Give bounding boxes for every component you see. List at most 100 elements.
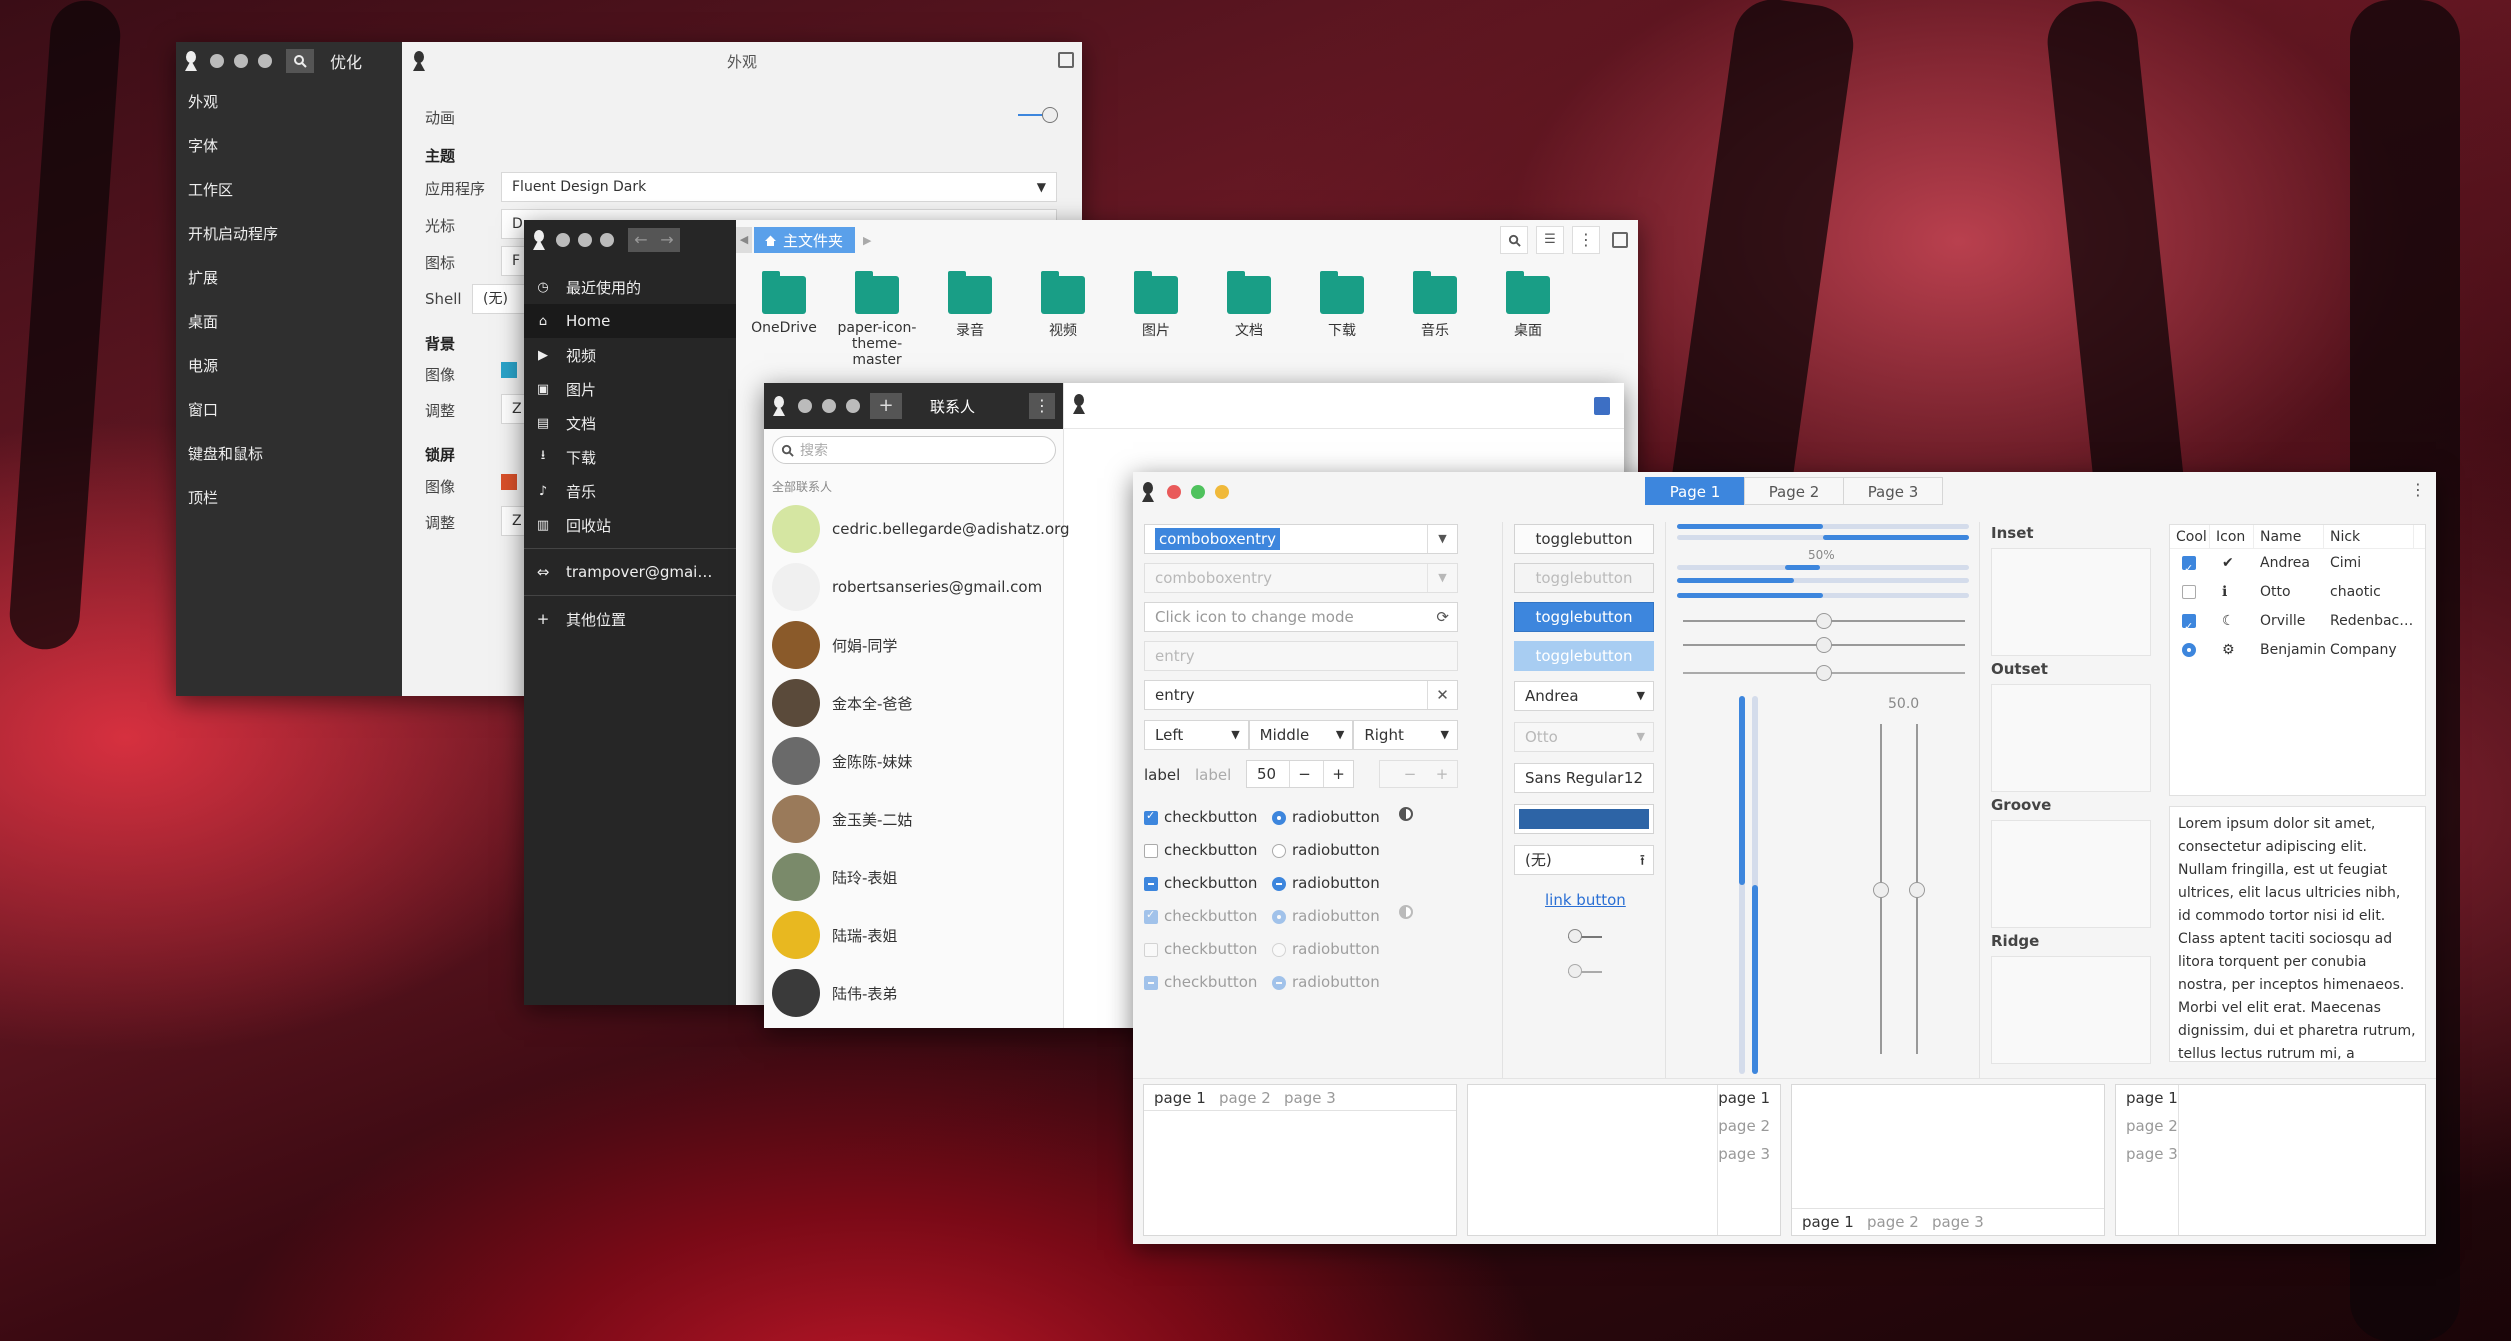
notebook-bottom-tab-2[interactable]: page 2 xyxy=(1867,1213,1919,1231)
notebook-left-tab-1[interactable]: page 1 xyxy=(2126,1089,2178,1107)
combobox-entry[interactable]: comboboxentry ▼ xyxy=(1144,524,1458,554)
sidebar-item[interactable]: 开机启动程序 xyxy=(176,212,402,256)
radio-toggle-icon[interactable] xyxy=(1399,807,1413,821)
hscale-1[interactable] xyxy=(1683,613,1965,629)
small-switch-2[interactable] xyxy=(1568,964,1602,978)
vscale-2[interactable] xyxy=(1909,724,1925,1054)
togglebutton-active[interactable]: togglebutton xyxy=(1514,602,1654,632)
contact-card-icon[interactable] xyxy=(1594,397,1610,415)
breadcrumb[interactable]: 主文件夹 xyxy=(754,227,856,253)
folder-item[interactable]: 录音 xyxy=(930,271,1010,340)
search-button[interactable] xyxy=(1500,226,1528,254)
sidebar-item-video[interactable]: ▶ 视频 xyxy=(524,338,736,372)
hscale-2[interactable] xyxy=(1683,637,1965,653)
folder-item[interactable]: 桌面 xyxy=(1488,271,1568,340)
notebook-top-tab-2[interactable]: page 2 xyxy=(1219,1089,1271,1107)
clear-icon[interactable]: ✕ xyxy=(1427,681,1457,709)
window-maximize-button[interactable] xyxy=(258,54,272,68)
cool-toggle[interactable] xyxy=(2182,554,2196,583)
right-combo[interactable]: Right ▼ xyxy=(1353,720,1459,750)
notebook-right-tab-2[interactable]: page 2 xyxy=(1718,1117,1770,1135)
tree-row[interactable]: ⚙ Benjamin Company xyxy=(2170,636,2425,665)
animation-switch[interactable] xyxy=(1018,107,1058,123)
window-maximize-button[interactable] xyxy=(1215,485,1229,499)
bg-image-button[interactable] xyxy=(501,362,517,378)
window-minimize-button[interactable] xyxy=(822,399,836,413)
sidebar-item[interactable]: 桌面 xyxy=(176,300,402,344)
window-close-button[interactable] xyxy=(1167,485,1181,499)
cool-toggle[interactable] xyxy=(2182,585,2196,599)
text-view[interactable]: Lorem ipsum dolor sit amet, consectetur … xyxy=(2169,806,2426,1062)
hscale-3[interactable] xyxy=(1683,665,1965,681)
menu-button[interactable]: ⋮ xyxy=(2410,480,2426,499)
sidebar-item[interactable]: 字体 xyxy=(176,124,402,168)
minus-icon[interactable]: − xyxy=(1289,761,1319,787)
notebook-right-tab-1[interactable]: page 1 xyxy=(1718,1089,1770,1107)
radiobutton[interactable]: radiobutton xyxy=(1272,907,1380,925)
checkbutton[interactable]: checkbutton xyxy=(1144,841,1257,859)
togglebutton[interactable]: togglebutton xyxy=(1514,524,1654,554)
sidebar-item[interactable]: 工作区 xyxy=(176,168,402,212)
radiobutton[interactable]: radiobutton xyxy=(1272,973,1380,991)
small-switch-1[interactable] xyxy=(1568,929,1602,943)
tree-column-header[interactable]: Cool xyxy=(2170,525,2210,548)
chevron-down-icon[interactable]: ▼ xyxy=(1427,525,1457,553)
contact-row[interactable]: 陆玲-表姐 xyxy=(772,851,897,903)
breadcrumb-right-arrow[interactable]: ▶ xyxy=(863,234,871,247)
tab-page-2[interactable]: Page 2 xyxy=(1744,477,1844,505)
andrea-combo[interactable]: Andrea ▼ xyxy=(1514,681,1654,711)
sidebar-item[interactable]: 窗口 xyxy=(176,388,402,432)
notebook-left-tab-3[interactable]: page 3 xyxy=(2126,1145,2178,1163)
tree-column-header[interactable]: Name xyxy=(2254,525,2324,548)
sidebar-item-clock[interactable]: ◷ 最近使用的 xyxy=(524,270,736,304)
folder-item[interactable]: OneDrive xyxy=(744,271,824,336)
sidebar-item-home[interactable]: ⌂ Home xyxy=(524,304,736,338)
tree-row[interactable]: ℹ Otto chaotic xyxy=(2170,578,2425,607)
refresh-icon[interactable]: ⟳ xyxy=(1436,603,1449,631)
checkbutton[interactable]: checkbutton xyxy=(1144,907,1257,925)
menu-button[interactable]: ⋮ xyxy=(1029,393,1055,419)
folder-item[interactable]: paper-icon-theme-master xyxy=(837,271,917,368)
checkbutton[interactable]: checkbutton xyxy=(1144,874,1257,892)
add-contact-button[interactable]: + xyxy=(870,393,902,419)
checkbutton[interactable]: checkbutton xyxy=(1144,973,1257,991)
mode-entry[interactable]: Click icon to change mode ⟳ xyxy=(1144,602,1458,632)
menu-icon[interactable] xyxy=(1058,52,1074,68)
sidebar-item[interactable]: 顶栏 xyxy=(176,476,402,520)
sidebar-item[interactable]: 外观 xyxy=(176,80,402,124)
left-combo[interactable]: Left ▼ xyxy=(1144,720,1249,750)
forward-button[interactable]: → xyxy=(654,228,680,252)
radiobutton[interactable]: radiobutton xyxy=(1272,940,1380,958)
sidebar-item[interactable]: 键盘和鼠标 xyxy=(176,432,402,476)
radiobutton[interactable]: radiobutton xyxy=(1272,874,1380,892)
sidebar-item-other-locations[interactable]: + 其他位置 xyxy=(524,602,736,636)
contact-row[interactable]: robertsanseries@gmail.com xyxy=(772,561,1042,613)
sidebar-item-document[interactable]: ▤ 文档 xyxy=(524,406,736,440)
window-maximize-button[interactable] xyxy=(846,399,860,413)
cool-cell[interactable] xyxy=(2170,607,2210,641)
cool-toggle[interactable] xyxy=(2182,612,2196,641)
spin-button[interactable]: 50 − + xyxy=(1246,760,1354,788)
tree-row[interactable]: ☾ Orville Redenbac… xyxy=(2170,607,2425,641)
sidebar-item-account[interactable]: ⇔ trampover@gmai… xyxy=(524,555,736,589)
checkbutton[interactable]: checkbutton xyxy=(1144,808,1257,826)
color-button[interactable] xyxy=(1514,804,1654,834)
sidebar-item-image[interactable]: ▣ 图片 xyxy=(524,372,736,406)
window-minimize-button[interactable] xyxy=(1191,485,1205,499)
breadcrumb-left-arrow[interactable]: ◀ xyxy=(736,227,752,253)
window-menu-icon[interactable] xyxy=(1612,232,1628,248)
notebook-right-tab-3[interactable]: page 3 xyxy=(1718,1145,1770,1163)
window-maximize-button[interactable] xyxy=(600,233,614,247)
entry[interactable]: entry ✕ xyxy=(1144,680,1458,710)
sidebar-item-music[interactable]: ♪ 音乐 xyxy=(524,474,736,508)
back-button[interactable]: ← xyxy=(628,228,654,252)
vscale-1[interactable] xyxy=(1873,724,1889,1054)
window-close-button[interactable] xyxy=(556,233,570,247)
tree-view[interactable]: CoolIconNameNick ✔ Andrea Cimi ℹ Otto chaotic… xyxy=(2169,524,2426,796)
notebook-bottom-tab-3[interactable]: page 3 xyxy=(1932,1213,1984,1231)
search-button[interactable] xyxy=(286,49,314,73)
tab-page-1[interactable]: Page 1 xyxy=(1645,477,1745,505)
cool-toggle[interactable] xyxy=(2182,643,2196,657)
contact-row[interactable]: 陆伟-表弟 xyxy=(772,967,897,1019)
radiobutton[interactable]: radiobutton xyxy=(1272,841,1380,859)
